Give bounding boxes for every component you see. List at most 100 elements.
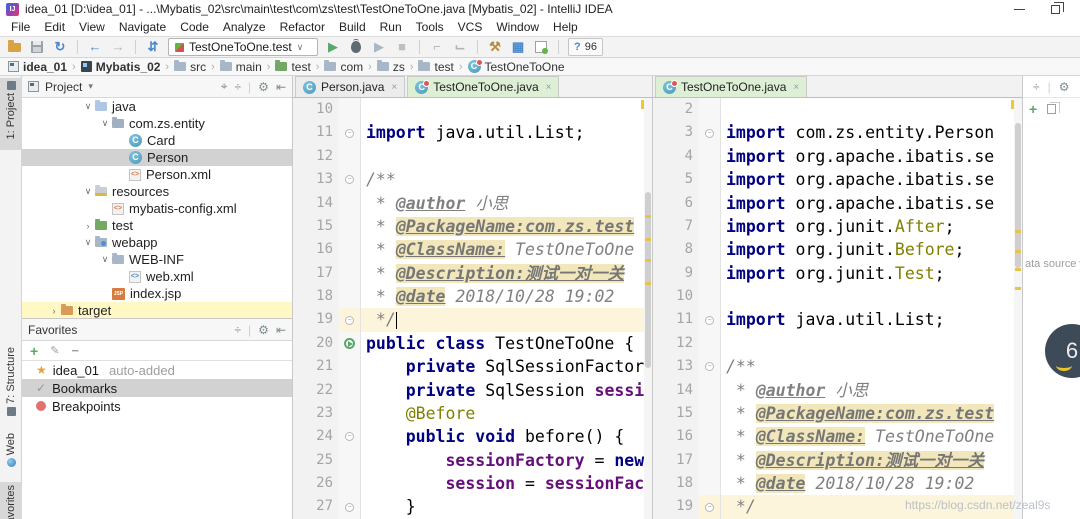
tree-item-test[interactable]: › test: [22, 217, 292, 234]
editor-pane-right[interactable]: C TestOneToOne.java × 2 3− import com.zs.ent…: [652, 76, 1022, 519]
line-number[interactable]: 10: [653, 285, 699, 309]
tree-item-index.jsp[interactable]: JSP index.jsp: [22, 285, 292, 302]
close-icon[interactable]: ×: [391, 82, 397, 93]
fold-marker-icon[interactable]: −: [345, 502, 354, 512]
warning-marker[interactable]: [1015, 230, 1021, 233]
code-line-22[interactable]: 22 private SqlSession session;: [293, 378, 652, 402]
code-line-5[interactable]: 5 import org.apache.ibatis.se: [653, 168, 1022, 192]
restore-icon[interactable]: [1051, 1, 1064, 14]
code-line-3[interactable]: 3− import com.zs.entity.Person: [653, 121, 1022, 145]
line-number[interactable]: 27: [293, 495, 339, 519]
code-line-17[interactable]: 17 * @Description:测试一对一关: [653, 448, 1022, 472]
line-number[interactable]: 17: [653, 448, 699, 472]
tree-item-WEB-INF[interactable]: ∨ WEB-INF: [22, 251, 292, 268]
code-line-2[interactable]: 2: [653, 98, 1022, 122]
line-number[interactable]: 20: [293, 331, 339, 356]
code-line-8[interactable]: 8 import org.junit.Before;: [653, 238, 1022, 262]
scrollbar-thumb[interactable]: [1015, 123, 1021, 268]
code-line-16[interactable]: 16 * @ClassName: TestOneToOne: [653, 425, 1022, 449]
menu-item-tools[interactable]: Tools: [409, 19, 451, 35]
chevron-expanded-icon[interactable]: ∨: [98, 254, 112, 265]
sort-icon[interactable]: ⇵: [145, 39, 161, 55]
code-line-17[interactable]: 17 * @Description:测试一对一关: [293, 261, 652, 285]
tab-Person.java[interactable]: C Person.java ×: [295, 76, 406, 97]
tool-window-button-project[interactable]: 1: Project: [0, 78, 22, 150]
tool-window-button-web[interactable]: Web: [0, 430, 22, 478]
line-number[interactable]: 8: [653, 238, 699, 262]
locate-icon[interactable]: ⌖: [221, 79, 228, 94]
tool-window-button-favorites[interactable]: Favorites: [0, 482, 22, 519]
warning-marker[interactable]: [645, 259, 651, 262]
coverage-run-icon[interactable]: ▶: [371, 39, 387, 55]
warning-marker[interactable]: [1015, 268, 1021, 271]
fold-marker-icon[interactable]: −: [705, 128, 714, 138]
warning-marker[interactable]: [1015, 250, 1021, 253]
menu-item-analyze[interactable]: Analyze: [216, 19, 273, 35]
menu-item-navigate[interactable]: Navigate: [112, 19, 173, 35]
line-number[interactable]: 5: [653, 168, 699, 192]
menu-item-edit[interactable]: Edit: [37, 19, 72, 35]
fold-marker-icon[interactable]: −: [345, 175, 354, 185]
tree-item-webapp[interactable]: ∨ webapp: [22, 234, 292, 251]
code-line-13[interactable]: 13− /**: [653, 355, 1022, 379]
menu-item-build[interactable]: Build: [332, 19, 373, 35]
chevron-collapsed-icon[interactable]: ›: [81, 221, 95, 231]
breadcrumb-item-idea_01[interactable]: idea_01: [8, 60, 67, 74]
code-line-16[interactable]: 16 * @ClassName: TestOneToOne: [293, 238, 652, 262]
run-button[interactable]: ▶: [325, 39, 341, 55]
line-number[interactable]: 23: [293, 401, 339, 426]
line-number[interactable]: 3: [653, 121, 699, 145]
close-icon[interactable]: ×: [793, 82, 799, 93]
code-line-27[interactable]: 27− }: [293, 495, 652, 519]
add-favorite-icon[interactable]: +: [30, 343, 38, 359]
fold-marker-icon[interactable]: −: [345, 315, 354, 325]
tree-item-Person[interactable]: C Person: [22, 149, 292, 166]
gear-icon[interactable]: ⚙: [258, 323, 269, 337]
menu-item-refactor[interactable]: Refactor: [273, 19, 332, 35]
gear-icon[interactable]: ⚙: [258, 80, 269, 94]
breadcrumb-item-test[interactable]: test: [418, 60, 454, 74]
fold-marker-icon[interactable]: −: [705, 315, 714, 325]
menu-item-code[interactable]: Code: [173, 19, 216, 35]
line-number[interactable]: 22: [293, 378, 339, 402]
line-number[interactable]: 7: [653, 214, 699, 239]
code-area-left[interactable]: 10 11− import java.util.List; 12 13−/** 14 * …: [293, 98, 652, 519]
copy-icon[interactable]: [1047, 102, 1061, 114]
scrollbar-thumb[interactable]: [645, 192, 651, 368]
warning-marker[interactable]: [645, 215, 651, 218]
code-line-11[interactable]: 11− import java.util.List;: [293, 121, 652, 145]
chevron-expanded-icon[interactable]: ∨: [81, 237, 95, 248]
code-line-10[interactable]: 10: [293, 98, 652, 122]
code-line-26[interactable]: 26 session = sessionFac: [293, 472, 652, 496]
code-line-23[interactable]: 23 @Before: [293, 401, 652, 426]
close-icon[interactable]: ×: [546, 82, 552, 93]
line-number[interactable]: 16: [293, 238, 339, 262]
code-line-11[interactable]: 11− import java.util.List;: [653, 308, 1022, 332]
debug-button[interactable]: [348, 39, 364, 55]
code-line-20[interactable]: 20 public class TestOneToOne {: [293, 331, 652, 356]
tree-item-web.xml[interactable]: <> web.xml: [22, 268, 292, 285]
editor-pane-left[interactable]: C Person.java × C TestOneToOne.java × 10 11− im…: [292, 76, 652, 519]
fold-marker-icon[interactable]: −: [345, 128, 354, 138]
add-data-source-icon[interactable]: +: [1029, 101, 1037, 117]
code-line-18[interactable]: 18 * @date 2018/10/28 19:02: [653, 472, 1022, 496]
edit-favorite-icon[interactable]: ✎: [50, 344, 59, 357]
line-number[interactable]: 11: [293, 121, 339, 145]
tree-item-java[interactable]: ∨ java: [22, 98, 292, 115]
code-line-15[interactable]: 15 * @PackageName:com.zs.test: [653, 401, 1022, 426]
sync-icon[interactable]: ↻: [52, 39, 68, 55]
open-icon[interactable]: [6, 39, 22, 55]
expand-icon[interactable]: ÷: [234, 323, 241, 337]
line-number[interactable]: 19: [653, 495, 699, 519]
line-number[interactable]: 9: [653, 261, 699, 285]
code-line-10[interactable]: 10: [653, 285, 1022, 309]
hide-panel-icon[interactable]: ⇤: [276, 323, 286, 337]
settings-wrench-icon[interactable]: ⚒: [487, 39, 503, 55]
line-number[interactable]: 18: [653, 472, 699, 496]
tree-item-Card[interactable]: C Card: [22, 132, 292, 149]
code-line-13[interactable]: 13− /**: [293, 168, 652, 192]
menu-item-help[interactable]: Help: [546, 19, 585, 35]
line-number[interactable]: 12: [653, 331, 699, 356]
line-number[interactable]: 15: [293, 214, 339, 239]
breadcrumb-item-com[interactable]: com: [324, 60, 363, 74]
